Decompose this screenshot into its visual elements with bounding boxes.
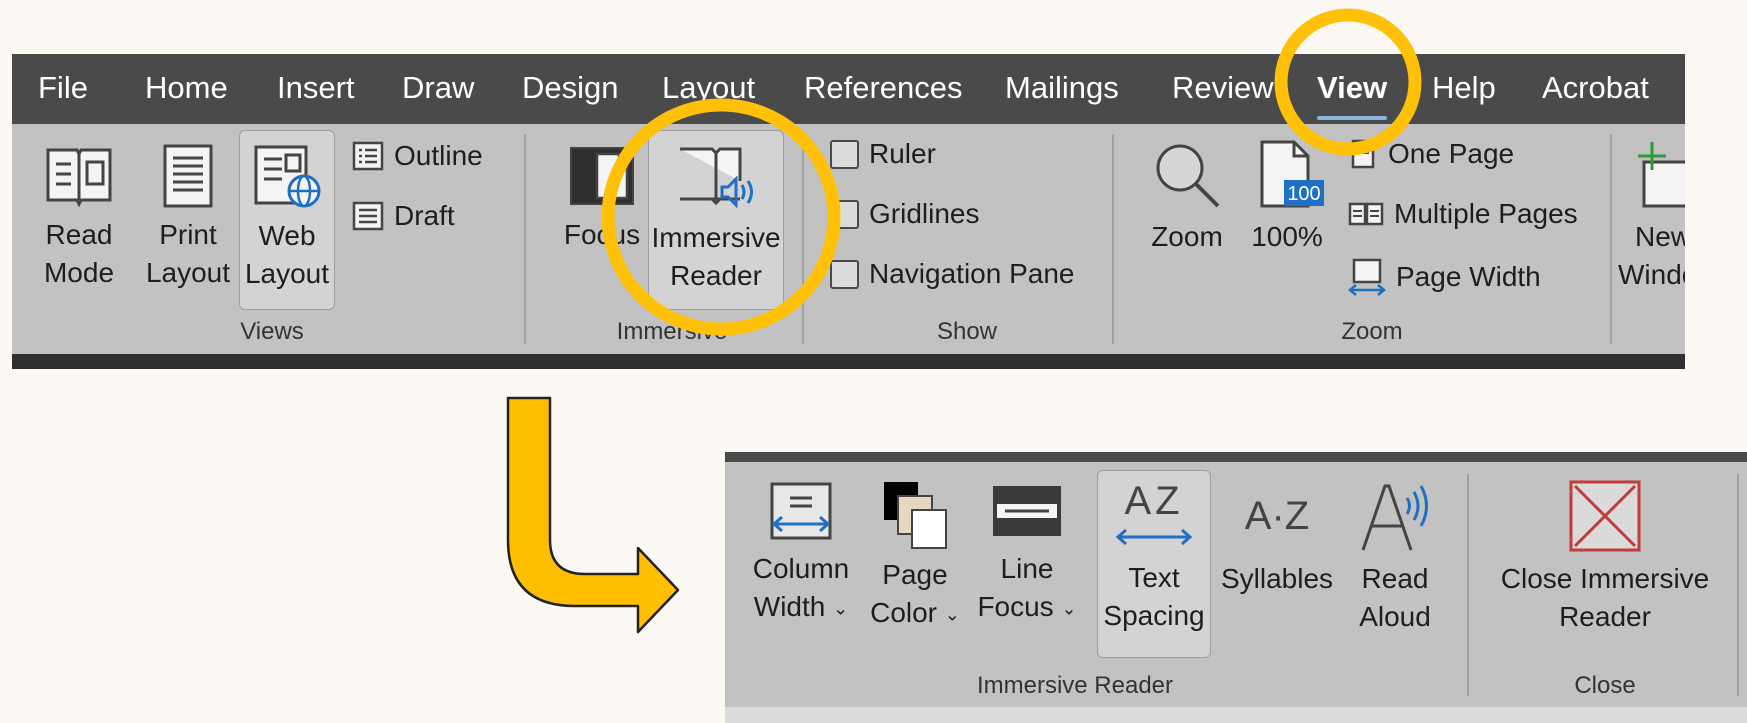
close-immersive-reader-label-1: Close Immersive	[1500, 563, 1710, 594]
read-aloud-button[interactable]: Read Aloud	[1345, 480, 1445, 636]
chevron-down-icon: ⌄	[833, 598, 849, 619]
page-color-icon	[884, 482, 947, 549]
immersive-reader-group-label: Immersive Reader	[976, 672, 1174, 699]
line-focus-label-2-text: Focus	[977, 591, 1054, 622]
text-spacing-icon: AZ	[1114, 479, 1194, 551]
immersive-reader-tab-edge	[725, 452, 1747, 462]
read-aloud-label-2: Aloud	[1359, 601, 1431, 632]
text-spacing-icon-letters: AZ	[1124, 479, 1184, 523]
ribbon-bottom-edge	[725, 707, 1747, 723]
syllables-icon: A·Z	[1244, 494, 1310, 538]
line-focus-label-1: Line	[1000, 553, 1054, 584]
syllables-button[interactable]: A·Z Syllables	[1215, 480, 1339, 598]
column-width-icon	[770, 482, 832, 540]
read-aloud-label-1: Read	[1361, 563, 1429, 594]
line-focus-button[interactable]: Line Focus ⌄	[975, 480, 1079, 628]
chevron-down-icon: ⌄	[944, 604, 960, 625]
arrow-shape	[506, 396, 680, 634]
column-width-button[interactable]: Column Width ⌄	[745, 480, 857, 628]
text-spacing-label-1: Text	[1128, 562, 1180, 593]
read-aloud-icon	[1361, 484, 1428, 551]
line-focus-label-2: Focus ⌄	[975, 588, 1079, 628]
close-icon	[1569, 480, 1641, 552]
line-focus-icon	[993, 486, 1061, 536]
text-spacing-label-2: Spacing	[1103, 600, 1205, 631]
immersive-reader-ribbon: Column Width ⌄ Page Color ⌄ Line Focus ⌄…	[725, 462, 1747, 707]
group-divider	[1737, 474, 1739, 696]
column-width-label-2: Width ⌄	[745, 588, 857, 628]
text-spacing-button[interactable]: AZ Text Spacing	[1097, 470, 1211, 658]
page-color-label-1: Page	[882, 559, 948, 590]
group-divider	[1467, 474, 1469, 696]
close-group-label: Close	[1574, 672, 1636, 699]
double-arrow-icon	[1115, 528, 1193, 546]
syllables-label: Syllables	[1220, 563, 1334, 594]
page-color-label-2-text: Color	[870, 597, 938, 628]
close-immersive-reader-button[interactable]: Close Immersive Reader	[1485, 480, 1725, 636]
chevron-down-icon: ⌄	[1061, 598, 1077, 619]
column-width-label-2-text: Width	[753, 591, 826, 622]
page-color-button[interactable]: Page Color ⌄	[861, 480, 969, 634]
close-immersive-reader-label-2: Reader	[1559, 601, 1651, 632]
page-color-label-2: Color ⌄	[861, 594, 969, 634]
column-width-label-1: Column	[752, 553, 850, 584]
